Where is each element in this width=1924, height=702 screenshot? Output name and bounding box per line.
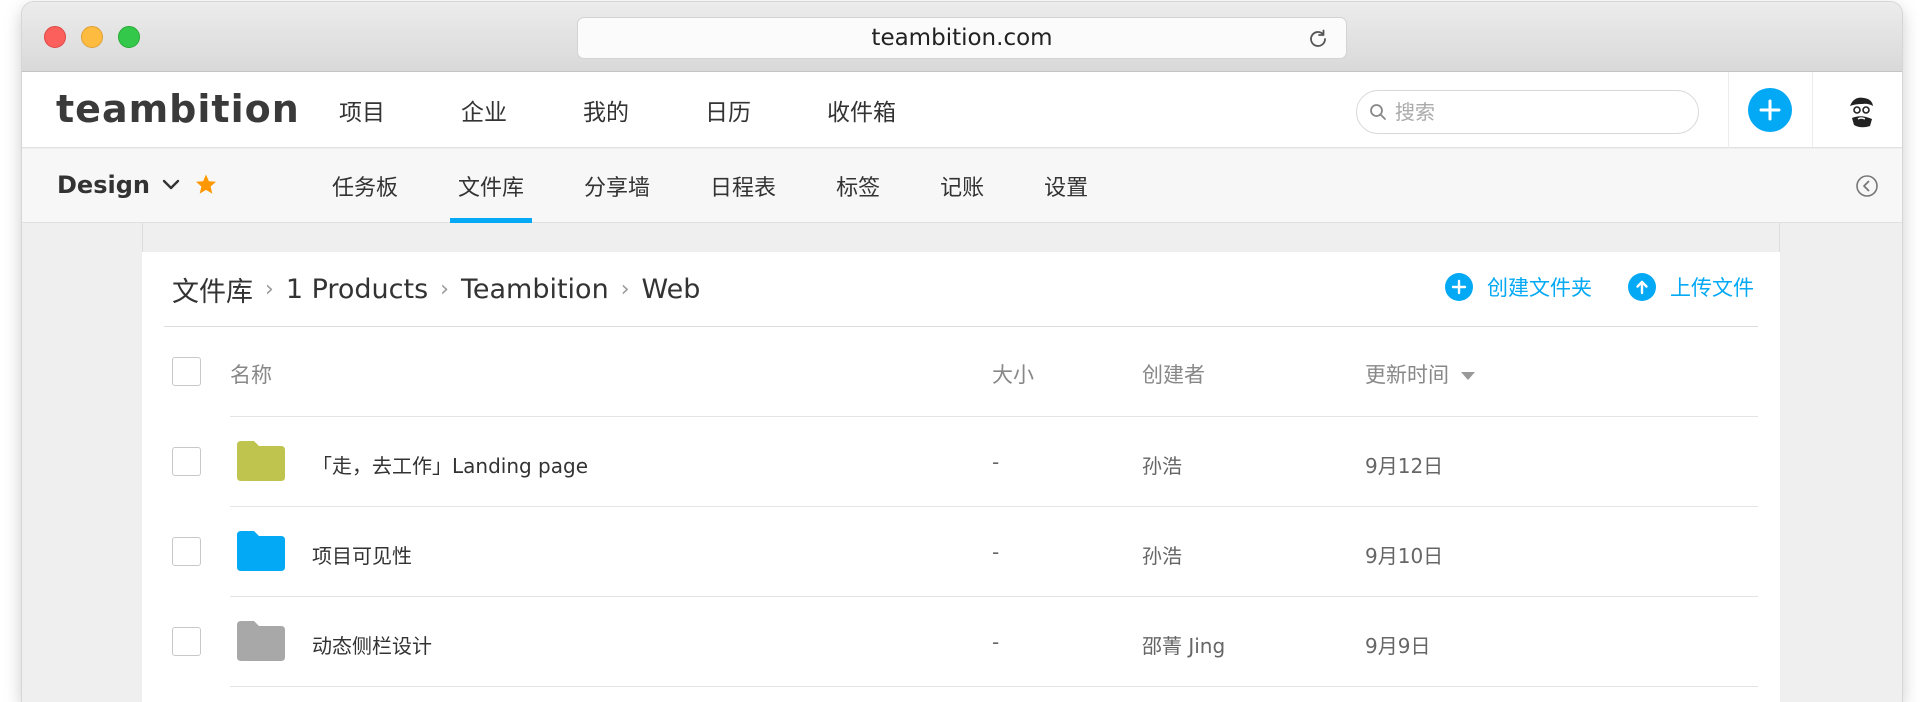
tab-settings[interactable]: 设置	[1044, 149, 1088, 223]
reload-icon[interactable]	[1306, 27, 1330, 51]
folder-icon	[237, 621, 285, 661]
breadcrumb-item[interactable]: 文件库	[172, 270, 253, 309]
upload-icon	[1628, 273, 1656, 301]
main-nav: 项目 企业 我的 日历 收件箱	[339, 72, 972, 148]
tab-files[interactable]: 文件库	[450, 149, 533, 223]
breadcrumb-item[interactable]: 1 Products	[286, 274, 428, 305]
top-nav: teambition 项目 企业 我的 日历 收件箱	[22, 72, 1902, 148]
column-header-name[interactable]: 名称	[230, 359, 272, 389]
plus-circle-icon	[1445, 273, 1473, 301]
breadcrumb-item[interactable]: Web	[642, 274, 701, 305]
nav-projects[interactable]: 项目	[339, 93, 385, 127]
chevron-right-icon: ›	[440, 277, 449, 302]
search-input[interactable]	[1395, 100, 1675, 124]
file-actions: 创建文件夹 上传文件	[1409, 272, 1754, 302]
project-bar: Design 任务板 文件库 分享墙 日程表 标签 记账 设置	[22, 149, 1902, 223]
avatar[interactable]	[1842, 92, 1880, 130]
tab-tags[interactable]: 标签	[836, 149, 880, 223]
file-updated: 9月10日	[1365, 544, 1444, 568]
table-row[interactable]: 动态侧栏设计 - 邵菁 Jing 9月9日	[142, 597, 1780, 687]
create-folder-button[interactable]: 创建文件夹	[1445, 272, 1592, 302]
file-name[interactable]: 「走，去工作」Landing page	[312, 450, 588, 479]
plus-icon	[1759, 99, 1781, 121]
collapse-sidebar-icon[interactable]	[1855, 174, 1879, 198]
search-box[interactable]	[1356, 90, 1699, 134]
create-folder-label: 创建文件夹	[1487, 276, 1592, 300]
folder-icon	[237, 531, 285, 571]
nav-calendar[interactable]: 日历	[705, 93, 751, 127]
nav-inbox[interactable]: 收件箱	[827, 93, 896, 127]
select-all-checkbox[interactable]	[172, 357, 201, 386]
logo[interactable]: teambition	[56, 87, 300, 131]
nav-divider	[1728, 72, 1729, 148]
table-header: 名称 大小 创建者 更新时间	[142, 327, 1780, 417]
file-creator: 孙浩	[1142, 544, 1182, 568]
tab-share-wall[interactable]: 分享墙	[584, 149, 650, 223]
column-header-size[interactable]: 大小	[992, 359, 1034, 389]
row-checkbox[interactable]	[172, 447, 201, 476]
content-edge	[142, 223, 143, 252]
folder-icon	[237, 441, 285, 481]
tab-bookkeeping[interactable]: 记账	[940, 149, 984, 223]
file-creator: 孙浩	[1142, 454, 1182, 478]
table-row[interactable]: 项目可见性 - 孙浩 9月10日	[142, 507, 1780, 597]
chevron-right-icon: ›	[265, 277, 274, 302]
add-button[interactable]	[1748, 88, 1792, 132]
column-header-creator[interactable]: 创建者	[1142, 359, 1205, 389]
upload-file-button[interactable]: 上传文件	[1628, 272, 1754, 302]
project-name: Design	[57, 171, 150, 199]
project-tabs: 任务板 文件库 分享墙 日程表 标签 记账 设置	[332, 149, 1148, 223]
search-icon	[1370, 104, 1386, 120]
project-switcher[interactable]: Design	[57, 171, 218, 199]
minimize-window-button[interactable]	[81, 26, 103, 48]
sort-caret-icon	[1461, 372, 1475, 380]
url-text: teambition.com	[871, 25, 1053, 51]
address-bar[interactable]: teambition.com	[577, 17, 1347, 59]
breadcrumb: 文件库 › 1 Products › Teambition › Web	[172, 270, 700, 309]
column-header-updated-label: 更新时间	[1365, 363, 1449, 387]
title-bar: teambition.com	[22, 2, 1902, 72]
nav-divider	[1812, 72, 1813, 148]
file-updated: 9月12日	[1365, 454, 1444, 478]
file-name[interactable]: 动态侧栏设计	[312, 630, 432, 659]
file-size: -	[992, 630, 1000, 654]
tab-tasks[interactable]: 任务板	[332, 149, 398, 223]
nav-mine[interactable]: 我的	[583, 93, 629, 127]
file-library-panel: 文件库 › 1 Products › Teambition › Web 创建文件…	[142, 252, 1780, 702]
tab-schedule[interactable]: 日程表	[710, 149, 776, 223]
zoom-window-button[interactable]	[118, 26, 140, 48]
row-divider	[230, 686, 1758, 687]
row-checkbox[interactable]	[172, 627, 201, 656]
file-size: -	[992, 540, 1000, 564]
file-name[interactable]: 项目可见性	[312, 540, 412, 569]
chevron-down-icon	[162, 179, 180, 190]
close-window-button[interactable]	[44, 26, 66, 48]
breadcrumb-item[interactable]: Teambition	[461, 274, 609, 305]
file-creator: 邵菁 Jing	[1142, 634, 1226, 658]
table-row[interactable]: 「走，去工作」Landing page - 孙浩 9月12日	[142, 417, 1780, 507]
content-edge	[1779, 223, 1780, 252]
column-header-updated[interactable]: 更新时间	[1365, 359, 1475, 389]
upload-file-label: 上传文件	[1670, 276, 1754, 300]
file-updated: 9月9日	[1365, 634, 1431, 658]
nav-enterprise[interactable]: 企业	[461, 93, 507, 127]
chevron-right-icon: ›	[620, 277, 630, 302]
star-icon[interactable]	[194, 173, 218, 197]
browser-window: teambition.com teambition 项目 企业 我的 日历 收件…	[22, 2, 1902, 702]
file-size: -	[992, 450, 1000, 474]
row-checkbox[interactable]	[172, 537, 201, 566]
